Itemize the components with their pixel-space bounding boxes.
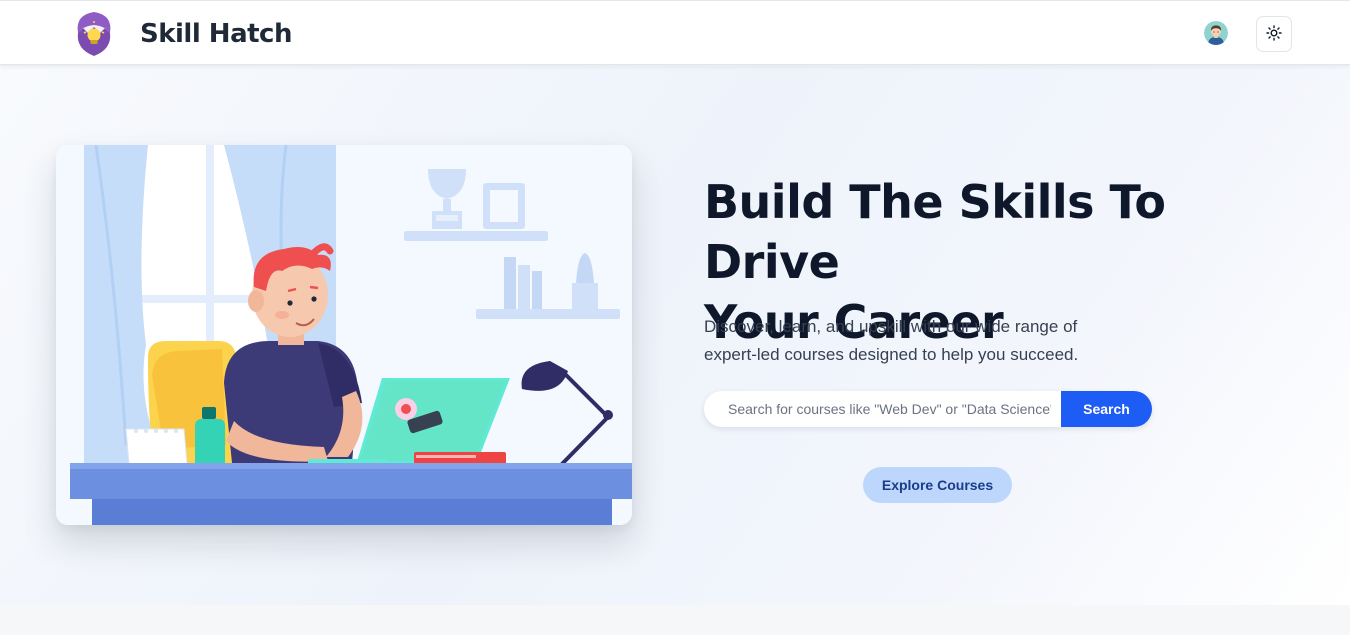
subtext-line-2: expert-led courses designed to help you … (704, 345, 1079, 364)
sun-icon (1266, 24, 1282, 44)
theme-toggle-button[interactable] (1256, 16, 1292, 52)
top-navbar: Skill Hatch (0, 0, 1350, 65)
user-avatar-icon[interactable] (1204, 21, 1228, 45)
course-search-bar: Search (704, 391, 1152, 427)
hero-subtext: Discover, learn, and upskill with our wi… (704, 313, 1144, 369)
search-button[interactable]: Search (1061, 391, 1152, 427)
explore-courses-button[interactable]: Explore Courses (863, 467, 1012, 503)
brand-name[interactable]: Skill Hatch (140, 19, 292, 49)
subtext-line-1: Discover, learn, and upskill with our wi… (704, 317, 1078, 336)
hatching-egg-logo-icon[interactable] (75, 11, 113, 57)
next-section-strip (0, 605, 1350, 635)
course-search-input[interactable] (704, 391, 1061, 427)
hero-illustration (56, 145, 632, 525)
headline-line-1: Build The Skills To Drive (704, 175, 1166, 289)
